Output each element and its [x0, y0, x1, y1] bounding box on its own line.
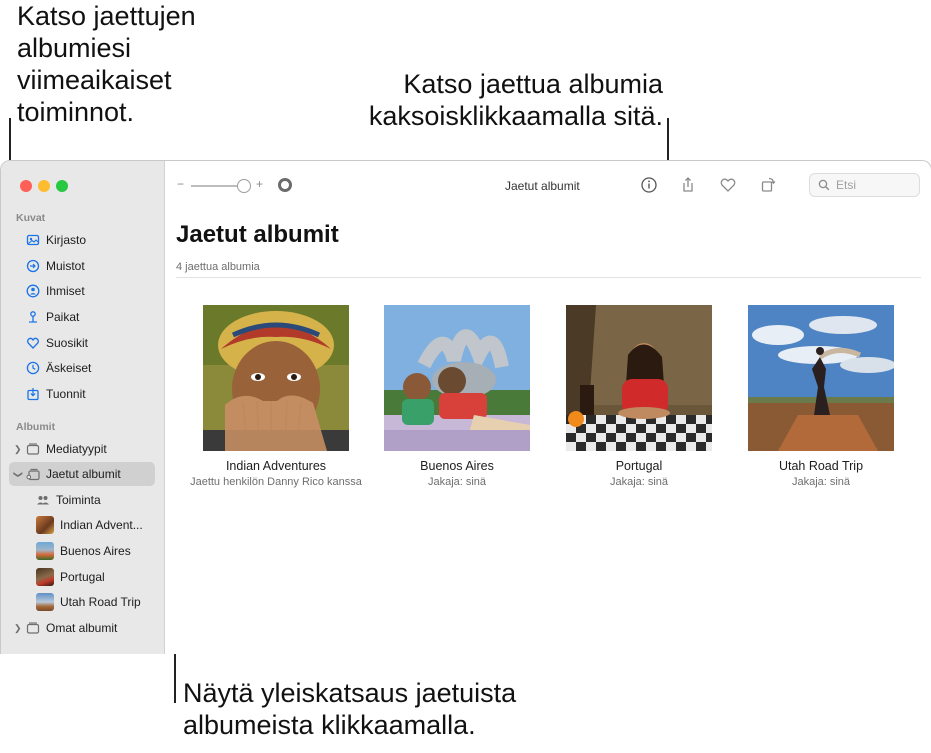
- album-shared-info: Jakaja: sinä: [609, 476, 669, 488]
- sidebar: Kuvat Kirjasto Muistot Ihmiset Paikat Su…: [1, 161, 165, 654]
- heart-icon: [26, 336, 40, 350]
- sidebar-item-label: Ihmiset: [46, 284, 85, 298]
- info-icon: [641, 177, 657, 193]
- page-title: Jaetut albumit: [176, 221, 339, 248]
- search-placeholder: Etsi: [836, 178, 857, 192]
- zoom-slider-track[interactable]: [191, 185, 243, 187]
- album-cover-photo[interactable]: [748, 305, 894, 451]
- sidebar-item-label: Äskeiset: [46, 361, 92, 375]
- album-card-portugal[interactable]: Portugal Jakaja: sinä: [548, 305, 730, 488]
- toolbar: − + Jaetut albumit Etsi: [165, 161, 931, 213]
- album-shared-info: Jakaja: sinä: [791, 476, 851, 488]
- sidebar-item-shared-albums[interactable]: ❯ Jaetut albumit: [9, 462, 155, 486]
- clock-icon: [26, 361, 40, 375]
- album-thumbnail: [36, 593, 54, 611]
- album-name: Buenos Aires: [420, 459, 494, 473]
- album-name: Indian Adventures: [225, 459, 327, 473]
- album-shared-info: Jakaja: sinä: [427, 476, 487, 488]
- share-icon: [683, 177, 693, 192]
- sidebar-item-buenos-aires[interactable]: Buenos Aires: [9, 539, 155, 563]
- album-thumbnail: [36, 516, 54, 534]
- sidebar-item-label: Paikat: [46, 310, 80, 324]
- callout-overview: Näytä yleiskatsaus jaetuista albumeista …: [183, 678, 517, 740]
- zoom-window-button[interactable]: [56, 180, 68, 192]
- sidebar-item-label: Buenos Aires: [60, 544, 131, 558]
- sidebar-item-label: Mediatyypit: [46, 442, 107, 456]
- folder-icon: [26, 442, 40, 456]
- sidebar-item-label: Jaetut albumit: [46, 467, 121, 481]
- heart-icon: [720, 178, 736, 192]
- sidebar-item-label: Omat albumit: [46, 621, 118, 635]
- album-card-indian-adventures[interactable]: Indian Adventures Jaettu henkilön Danny …: [185, 305, 367, 488]
- zoom-slider-handle[interactable]: [237, 179, 251, 193]
- import-icon: [26, 387, 40, 401]
- sidebar-item-imports[interactable]: Tuonnit: [9, 382, 155, 406]
- sidebar-item-label: Utah Road Trip: [60, 595, 141, 609]
- sidebar-item-utah-road-trip[interactable]: Utah Road Trip: [9, 590, 155, 614]
- places-pin-icon: [26, 310, 40, 324]
- album-count: 4 jaettua albumia: [176, 261, 260, 273]
- people-icon: [26, 284, 40, 298]
- sidebar-item-label: Muistot: [46, 259, 85, 273]
- album-card-utah-road-trip[interactable]: Utah Road Trip Jakaja: sinä: [730, 305, 912, 488]
- sidebar-item-portugal[interactable]: Portugal: [9, 565, 155, 589]
- sidebar-item-label: Suosikit: [46, 336, 89, 350]
- chevron-right-icon[interactable]: ❯: [14, 444, 22, 455]
- sidebar-item-people[interactable]: Ihmiset: [9, 279, 155, 303]
- sidebar-item-label: Kirjasto: [46, 233, 87, 247]
- activity-people-icon: [36, 493, 50, 507]
- zoom-in-label: +: [256, 177, 264, 191]
- search-icon: [818, 179, 830, 191]
- sidebar-item-media-types[interactable]: ❯ Mediatyypit: [9, 437, 155, 461]
- favorite-button[interactable]: [718, 175, 738, 195]
- sidebar-section-albums: Albumit: [16, 421, 56, 433]
- callout-double-click: Katso jaettua albumia kaksoisklikkaamall…: [368, 69, 663, 131]
- folder-icon: [26, 621, 40, 635]
- album-card-buenos-aires[interactable]: Buenos Aires Jakaja: sinä: [366, 305, 548, 488]
- chevron-down-icon[interactable]: ❯: [12, 470, 23, 478]
- zoom-out-label: −: [177, 177, 185, 191]
- sidebar-section-library: Kuvat: [16, 212, 46, 224]
- album-cover-photo[interactable]: [566, 305, 712, 451]
- minimize-window-button[interactable]: [38, 180, 50, 192]
- sidebar-item-indian-adventures[interactable]: Indian Advent...: [9, 513, 155, 537]
- album-name: Utah Road Trip: [778, 459, 864, 473]
- search-field[interactable]: Etsi: [809, 173, 920, 197]
- sidebar-item-label: Tuonnit: [46, 387, 86, 401]
- shared-album-icon: [26, 467, 40, 481]
- album-cover-photo[interactable]: [203, 305, 349, 451]
- sidebar-item-favorites[interactable]: Suosikit: [9, 331, 155, 355]
- divider: [176, 277, 921, 278]
- sidebar-item-my-albums[interactable]: ❯ Omat albumit: [9, 616, 155, 640]
- rotate-button[interactable]: [758, 175, 778, 195]
- sidebar-item-label: Toiminta: [56, 493, 101, 507]
- callout-activity: Katso jaettujen albumiesi viimeaikaiset …: [17, 1, 196, 127]
- share-button[interactable]: [678, 175, 698, 195]
- sidebar-item-label: Indian Advent...: [60, 518, 143, 532]
- album-thumbnail: [36, 542, 54, 560]
- album-name: Portugal: [615, 459, 663, 473]
- sidebar-item-library[interactable]: Kirjasto: [9, 228, 155, 252]
- info-button[interactable]: [639, 175, 659, 195]
- sidebar-item-activity[interactable]: Toiminta: [9, 488, 155, 512]
- album-shared-info: Jaettu henkilön Danny Rico kanssa: [190, 476, 362, 488]
- album-thumbnail: [36, 568, 54, 586]
- rotate-icon: [761, 177, 776, 192]
- chevron-right-icon[interactable]: ❯: [14, 623, 22, 634]
- memories-icon: [26, 259, 40, 273]
- close-window-button[interactable]: [20, 180, 32, 192]
- photos-window: Kuvat Kirjasto Muistot Ihmiset Paikat Su…: [0, 160, 931, 654]
- sidebar-item-places[interactable]: Paikat: [9, 305, 155, 329]
- slideshow-button[interactable]: [278, 178, 292, 192]
- window-title: Jaetut albumit: [505, 179, 580, 193]
- sidebar-item-memories[interactable]: Muistot: [9, 254, 155, 278]
- sidebar-item-label: Portugal: [60, 570, 105, 584]
- sidebar-item-recents[interactable]: Äskeiset: [9, 356, 155, 380]
- album-cover-photo[interactable]: [384, 305, 530, 451]
- photo-library-icon: [26, 233, 40, 247]
